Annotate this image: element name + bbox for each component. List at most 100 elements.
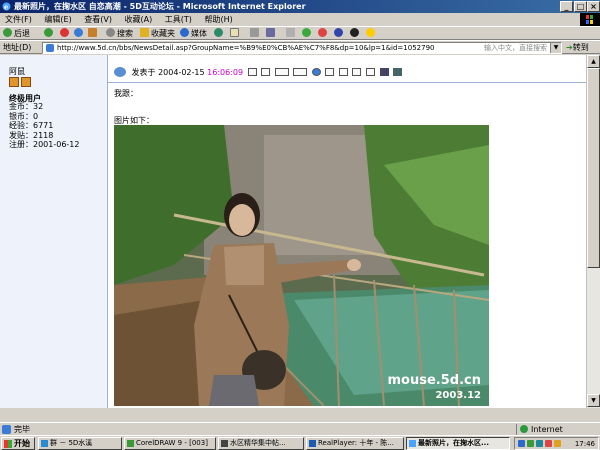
post-photo[interactable]: mouse.5d.cn 2003.12 [114,125,489,406]
page-icon [46,44,54,52]
post-date: 2004-02-15 [158,68,205,77]
media-button[interactable]: 媒体 [180,28,207,39]
menu-help[interactable]: 帮助(H) [199,13,237,26]
author-badges [9,77,33,89]
task-qq-group[interactable]: 群 － 5D水溪 [38,437,122,450]
stat-registered: 注册：2001-06-12 [9,140,80,149]
messenger-icon [302,28,311,37]
author-name[interactable]: 阿鼠 [9,66,25,77]
search-icon[interactable] [311,68,321,76]
task-forum-digest[interactable]: 水区精华集中帖... [218,437,304,450]
home-button[interactable] [88,28,99,39]
ie-task-icon [409,440,416,447]
delete-icon[interactable] [366,68,375,76]
maximize-button[interactable]: □ [574,1,587,12]
qq-icon [41,440,48,447]
discuss-button[interactable] [286,28,297,39]
stat-exp: 经验：6771 [9,121,54,130]
window-title: 最新照片，在掬水区 自恋高潮 - 5D互动论坛 - Microsoft Inte… [14,2,306,11]
messenger-button[interactable] [302,28,313,39]
reply-icon[interactable] [338,68,348,76]
stat-silver: 银币：0 [9,111,39,121]
pen-icon[interactable] [379,68,389,76]
window-icon [221,440,228,447]
edit-page-icon [266,28,275,37]
search-button[interactable]: 搜索 [106,28,133,39]
profile-icon[interactable] [247,68,257,76]
post-time: 16:06:09 [207,68,244,77]
scroll-up-icon[interactable]: ▲ [587,55,600,68]
menu-edit[interactable]: 编辑(E) [39,13,76,26]
print-post-icon[interactable] [393,68,403,76]
back-button[interactable]: 后退 [3,28,30,39]
volume-icon[interactable] [527,440,534,447]
addon-shield-icon [334,28,343,37]
author-panel: 阿鼠 终极用户 金币：32 银币：0 经验：6771 发贴：2118 注册：20… [0,55,108,408]
refresh-button[interactable] [74,28,85,39]
vertical-scrollbar[interactable]: ▲ ▼ [586,55,600,408]
url-dropdown-icon[interactable]: ▼ [550,43,561,53]
scroll-down-icon[interactable]: ▼ [587,394,600,407]
clock[interactable]: 17:46 [575,439,595,449]
realplayer-icon [309,440,316,447]
address-label: 地址(D) [3,43,32,52]
windows-logo-icon [580,13,600,26]
mail-icon [230,28,239,37]
system-tray: 17:46 [514,437,599,450]
menu-file[interactable]: 文件(F) [0,13,37,26]
watermark-date: 2003.12 [435,390,481,401]
task-coreldraw[interactable]: CorelDRAW 9 - [003] [124,437,216,450]
tray-app-icon[interactable] [536,440,543,447]
menu-view[interactable]: 查看(V) [79,13,117,26]
quote-icon[interactable] [325,68,335,76]
ie-app-icon: e [2,2,11,12]
window-titlebar[interactable]: e 最新照片，在掬水区 自恋高潮 - 5D互动论坛 - Microsoft In… [0,0,600,13]
addon-red-icon [318,28,327,37]
toolbar-addon-4[interactable] [366,28,377,39]
home-icon [88,28,97,37]
url-input[interactable]: http://www.5d.cn/bbs/NewsDetail.asp?Grou… [42,42,562,54]
menu-favorites[interactable]: 收藏(A) [120,13,158,26]
antivirus-icon[interactable] [545,440,552,447]
toolbar-addon-1[interactable] [318,28,329,39]
header-divider [108,82,586,83]
start-button[interactable]: 开始 [1,437,35,450]
taskbar: 开始 群 － 5D水溪 CorelDRAW 9 - [003] 水区精华集中帖.… [0,435,600,450]
edit-button[interactable] [266,28,277,39]
print-button[interactable] [250,28,261,39]
ime-icon[interactable] [554,440,561,447]
message-icon[interactable] [293,68,308,76]
task-realplayer[interactable]: RealPlayer: 十年 - 陈... [306,437,404,450]
standard-toolbar: 后退 搜索 收藏夹 媒体 [0,26,600,40]
search-hint: 输入中文，直接搜索 [484,44,547,52]
edit-icon[interactable] [352,68,362,76]
posted-prefix: 发表于 [131,68,156,77]
email-icon[interactable] [274,68,289,76]
minimize-button[interactable]: _ [560,1,573,12]
search-icon [106,28,115,37]
stop-button[interactable] [60,28,71,39]
discuss-icon [286,28,295,37]
network-icon[interactable] [518,440,525,447]
task-current-browser[interactable]: 最新照片，在掬水区... [406,437,510,450]
page-done-icon [2,425,11,434]
home-page-icon[interactable] [261,68,271,76]
post-header: 发表于 2004-02-15 16:06:09 [114,66,403,80]
url-text: http://www.5d.cn/bbs/NewsDetail.asp?Grou… [57,44,435,52]
menu-tools[interactable]: 工具(T) [160,13,197,26]
status-bar: 完毕 Internet [0,422,600,435]
print-icon [250,28,259,37]
mail-button[interactable] [230,28,241,39]
toolbar-addon-3[interactable] [350,28,361,39]
toolbar-addon-2[interactable] [334,28,345,39]
stat-gold: 金币：32 [9,102,44,111]
history-button[interactable] [214,28,225,39]
media-icon [180,28,189,37]
close-button[interactable]: × [587,1,600,12]
favorites-button[interactable]: 收藏夹 [140,28,175,39]
go-arrow-icon: ➔ [566,43,573,52]
page-viewport: 阿鼠 终极用户 金币：32 银币：0 经验：6771 发贴：2118 注册：20… [0,55,586,408]
scroll-thumb[interactable] [587,68,600,268]
forward-button[interactable] [44,28,55,39]
go-button[interactable]: ➔转到 [566,42,589,53]
